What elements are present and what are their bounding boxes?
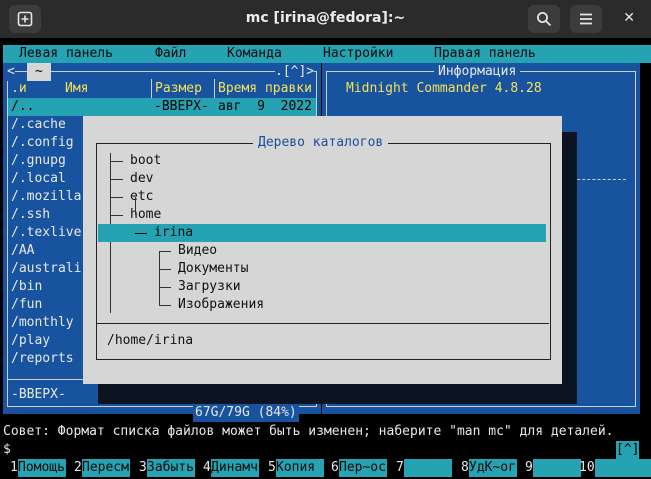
disk-usage: 67G/79G (84%) (193, 404, 299, 422)
fkey-button[interactable]: УдК~ог (469, 459, 517, 477)
hamburger-icon (580, 13, 592, 25)
close-button[interactable]: ✕ (623, 10, 635, 26)
fkey-button[interactable]: Пересм (82, 459, 130, 477)
fkey-button[interactable] (533, 459, 581, 477)
search-button[interactable] (528, 5, 560, 33)
tree-connector (159, 305, 171, 306)
info-title: Информация (434, 63, 521, 81)
fkey-button[interactable] (595, 459, 651, 477)
tree-connector (111, 215, 123, 216)
dialog-shadow-right (562, 132, 577, 404)
tree-connector (111, 161, 123, 162)
col-size[interactable]: Размер (155, 80, 202, 98)
fkey-number: 7 (396, 460, 404, 475)
prompt-indicator[interactable]: [^] (616, 441, 640, 459)
tree-node[interactable]: Загрузки (178, 278, 241, 296)
tree-node[interactable]: dev (130, 170, 153, 188)
list-item[interactable]: /.mozilla (11, 188, 81, 206)
row-size: -ВВЕРХ- (154, 99, 209, 114)
table-row-selected[interactable]: /.. -ВВЕРХ- авг 9 2022 (8, 98, 316, 116)
panel-controls[interactable]: .[^]> (275, 63, 315, 81)
tree-branch-line (135, 197, 136, 215)
window-titlebar: mc [irina@fedora]:~ ✕ (0, 0, 651, 38)
menu-right-panel[interactable]: Правая панель (434, 46, 536, 61)
hint-bar: Совет: Формат списка файлов может быть и… (0, 423, 651, 441)
fkey-number: 10 (579, 460, 595, 475)
tree-node[interactable]: irina (154, 224, 193, 242)
fkey-button[interactable]: Забыть (147, 459, 195, 477)
list-item[interactable]: /monthly (11, 314, 74, 332)
menu-left-panel[interactable]: Левая панель (19, 46, 113, 61)
menu-options[interactable]: Настройки (323, 46, 393, 61)
row-name: /.. (11, 99, 35, 114)
tree-connector (159, 251, 171, 252)
fkey-button[interactable]: Помощь (18, 459, 66, 477)
list-item[interactable]: /.cache (11, 116, 66, 134)
dialog-shadow (98, 384, 577, 404)
list-item[interactable]: /.local (11, 170, 66, 188)
mc-menubar: Левая панель Файл Команда Настройки Прав… (3, 45, 651, 63)
tree-node[interactable]: Документы (178, 260, 248, 278)
list-item[interactable]: /bin (11, 278, 42, 296)
shell-prompt: $ (3, 442, 11, 457)
fkey-button[interactable]: Копия (276, 459, 324, 477)
dialog-title: Дерево каталогов (253, 134, 389, 152)
list-item[interactable]: /AA (11, 242, 34, 260)
command-line[interactable]: $ [^] (0, 441, 651, 459)
list-item[interactable]: /.gnupg (11, 152, 66, 170)
menu-file[interactable]: Файл (155, 46, 186, 61)
info-divider (572, 179, 626, 180)
list-item[interactable]: /.texlive (11, 224, 81, 242)
fkey-button[interactable]: Динамч (211, 459, 259, 477)
function-key-bar: 1 Помощь 2 Пересм 3 Забыть 4 Динамч 5 Копия 6 Пер~о… (0, 459, 651, 477)
fkey-number: 3 (139, 460, 147, 475)
list-item[interactable]: /.ssh (11, 206, 50, 224)
tree-current-path: /home/irina (107, 333, 194, 348)
tree-node[interactable]: boot (130, 152, 161, 170)
tree-branch-line (159, 251, 160, 305)
scroll-indicator[interactable]: < (7, 63, 15, 81)
tree-node[interactable]: etc (130, 188, 153, 206)
tree-node[interactable]: Изображения (178, 296, 264, 314)
fkey-number: 6 (331, 460, 339, 475)
fkey-number: 2 (74, 460, 82, 475)
info-version: Midnight Commander 4.8.28 (346, 81, 542, 96)
tree-connector (135, 233, 147, 234)
close-icon: ✕ (623, 10, 635, 26)
tree-node[interactable]: Видео (178, 242, 217, 260)
fkey-number: 4 (203, 460, 211, 475)
directory-tree-dialog: Дерево каталогов boot dev etc home irina Виде… (83, 116, 562, 384)
list-item[interactable]: /fun (11, 296, 42, 314)
tree-connector (159, 269, 171, 270)
fkey-number: 8 (461, 460, 469, 475)
col-time[interactable]: Время правки (218, 80, 312, 98)
list-item[interactable]: /reports (11, 350, 74, 368)
list-item[interactable]: /australi (11, 260, 81, 278)
list-item[interactable]: /play (11, 332, 50, 350)
row-time: авг 9 2022 (218, 99, 312, 114)
tree-connector (159, 287, 171, 288)
tree-separator (96, 323, 549, 324)
col-name[interactable]: Имя (65, 80, 88, 98)
fkey-button[interactable] (404, 459, 452, 477)
menu-command[interactable]: Команда (227, 46, 282, 61)
col-sort[interactable]: .и (11, 80, 27, 98)
fkey-number: 9 (525, 460, 533, 475)
tree-connector (111, 197, 123, 198)
fkey-number: 5 (268, 460, 276, 475)
panel-status: -ВВЕРХ- (11, 387, 66, 402)
menu-button[interactable] (570, 5, 602, 33)
list-item[interactable]: /.config (11, 134, 74, 152)
search-icon (537, 12, 552, 27)
panel-path[interactable]: ~ (27, 63, 51, 81)
tree-connector (111, 179, 123, 180)
fkey-button[interactable]: Пер~ос (339, 459, 387, 477)
fkey-number: 1 (10, 460, 18, 475)
hint-text: Совет: Формат списка файлов может быть и… (3, 424, 614, 439)
